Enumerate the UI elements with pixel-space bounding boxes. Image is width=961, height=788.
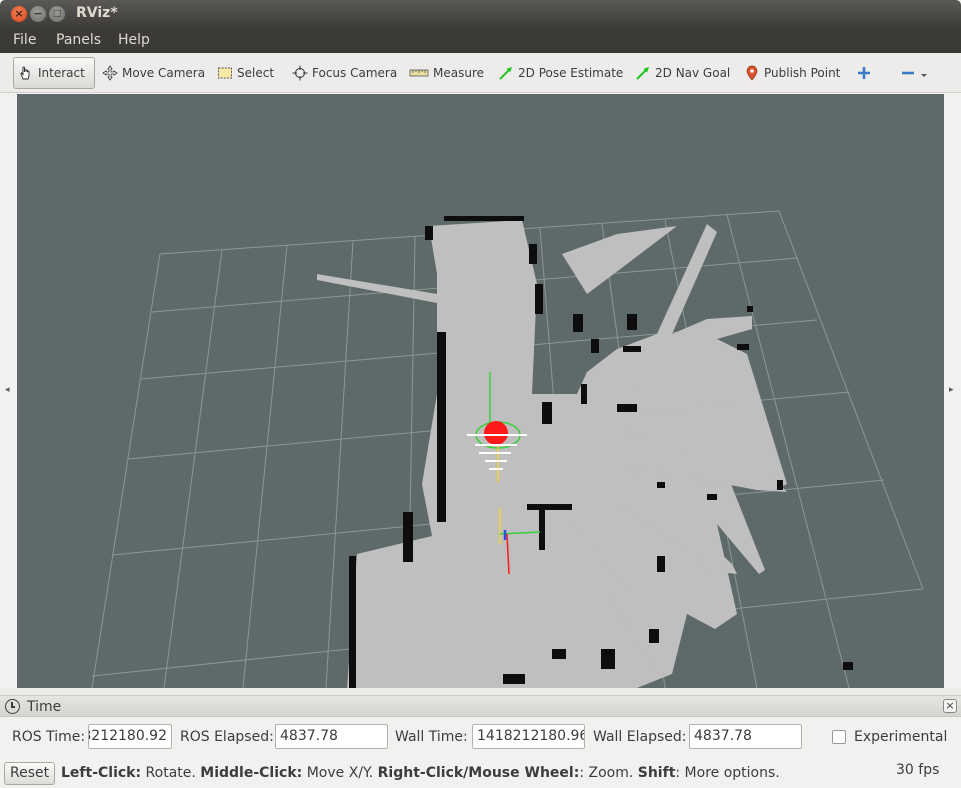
remove-tool-button[interactable] <box>896 57 932 89</box>
collapse-left-arrow[interactable]: ◂ <box>5 385 10 395</box>
ruler-icon <box>409 65 429 81</box>
tool-interact[interactable]: Interact <box>13 57 95 89</box>
select-box-icon <box>217 65 233 81</box>
tool-bar: Interact Move Camera Select Focus Camera… <box>0 53 961 93</box>
hint-move: Move X/Y. <box>302 765 378 781</box>
move-camera-icon <box>102 65 118 81</box>
minus-icon <box>900 65 916 81</box>
ros-elapsed-label: ROS Elapsed: <box>180 729 274 745</box>
window-title: RViz* <box>76 5 118 21</box>
time-panel: ROS Time: 8212180.92 ROS Elapsed: 4837.7… <box>0 717 961 757</box>
render-viewport[interactable] <box>17 94 944 688</box>
tool-focus-camera[interactable]: Focus Camera <box>288 57 401 89</box>
tool-2d-nav-goal[interactable]: 2D Nav Goal <box>631 57 734 89</box>
menu-file[interactable]: File <box>13 32 36 48</box>
clock-icon <box>5 699 20 714</box>
menu-panels[interactable]: Panels <box>56 32 101 48</box>
3d-scene[interactable] <box>17 94 944 688</box>
time-panel-close-button[interactable]: × <box>943 699 957 713</box>
hint-rotate: Rotate. <box>141 765 201 781</box>
wall-elapsed-field[interactable]: 4837.78 <box>689 724 802 749</box>
window-close-button[interactable]: × <box>11 6 27 22</box>
tool-interact-label: Interact <box>38 66 85 80</box>
plus-icon <box>856 65 872 81</box>
tool-select[interactable]: Select <box>213 57 278 89</box>
tool-select-label: Select <box>237 66 275 80</box>
fps-counter: 30 fps <box>896 762 940 778</box>
panel-splitter[interactable] <box>0 688 961 695</box>
tool-move-camera[interactable]: Move Camera <box>98 57 209 89</box>
green-arrow-icon <box>635 65 651 81</box>
time-panel-header: Time × <box>0 695 961 717</box>
tool-measure-label: Measure <box>433 66 484 80</box>
time-panel-title: Time <box>27 699 62 715</box>
hint-left-click: Left-Click: <box>61 765 142 781</box>
menu-help[interactable]: Help <box>118 32 150 48</box>
hand-cursor-icon <box>18 65 34 81</box>
window-maximize-button[interactable]: □ <box>49 6 65 22</box>
tool-measure[interactable]: Measure <box>405 57 488 89</box>
add-tool-button[interactable] <box>852 57 876 89</box>
experimental-label: Experimental <box>854 729 948 745</box>
green-arrow-icon <box>498 65 514 81</box>
tool-move-camera-label: Move Camera <box>122 66 206 80</box>
chevron-down-icon <box>920 65 928 81</box>
tool-publish-point[interactable]: Publish Point <box>740 57 844 89</box>
focus-camera-icon <box>292 65 308 81</box>
reset-button[interactable]: Reset <box>4 762 56 785</box>
tool-2d-nav-goal-label: 2D Nav Goal <box>655 66 731 80</box>
tool-2d-pose-estimate[interactable]: 2D Pose Estimate <box>494 57 627 89</box>
hint-more-options: : More options. <box>675 765 780 781</box>
wall-elapsed-label: Wall Elapsed: <box>593 729 687 745</box>
ros-elapsed-field[interactable]: 4837.78 <box>275 724 388 749</box>
experimental-checkbox[interactable] <box>832 730 846 744</box>
tool-2d-pose-estimate-label: 2D Pose Estimate <box>518 66 624 80</box>
occupancy-map-free <box>317 220 787 688</box>
ros-time-label: ROS Time: <box>12 729 86 745</box>
window-minimize-button[interactable]: − <box>30 6 46 22</box>
window-titlebar: × − □ RViz* <box>0 0 961 28</box>
menu-bar: File Panels Help <box>0 28 961 53</box>
tool-focus-camera-label: Focus Camera <box>312 66 398 80</box>
hint-zoom: : Zoom. <box>579 765 638 781</box>
status-hint: Left-Click: Rotate. Middle-Click: Move X… <box>61 765 780 781</box>
collapse-right-arrow[interactable]: ▸ <box>949 385 954 395</box>
map-pin-icon <box>744 65 760 81</box>
hint-shift: Shift <box>637 765 676 781</box>
wall-time-field[interactable]: 1418212180.96 <box>472 724 585 749</box>
hint-right-click: Right-Click/Mouse Wheel: <box>377 765 580 781</box>
wall-time-label: Wall Time: <box>395 729 468 745</box>
status-bar: Reset Left-Click: Rotate. Middle-Click: … <box>0 757 961 788</box>
hint-middle-click: Middle-Click: <box>200 765 303 781</box>
ros-time-field[interactable]: 8212180.92 <box>88 724 172 749</box>
tool-publish-point-label: Publish Point <box>764 66 841 80</box>
